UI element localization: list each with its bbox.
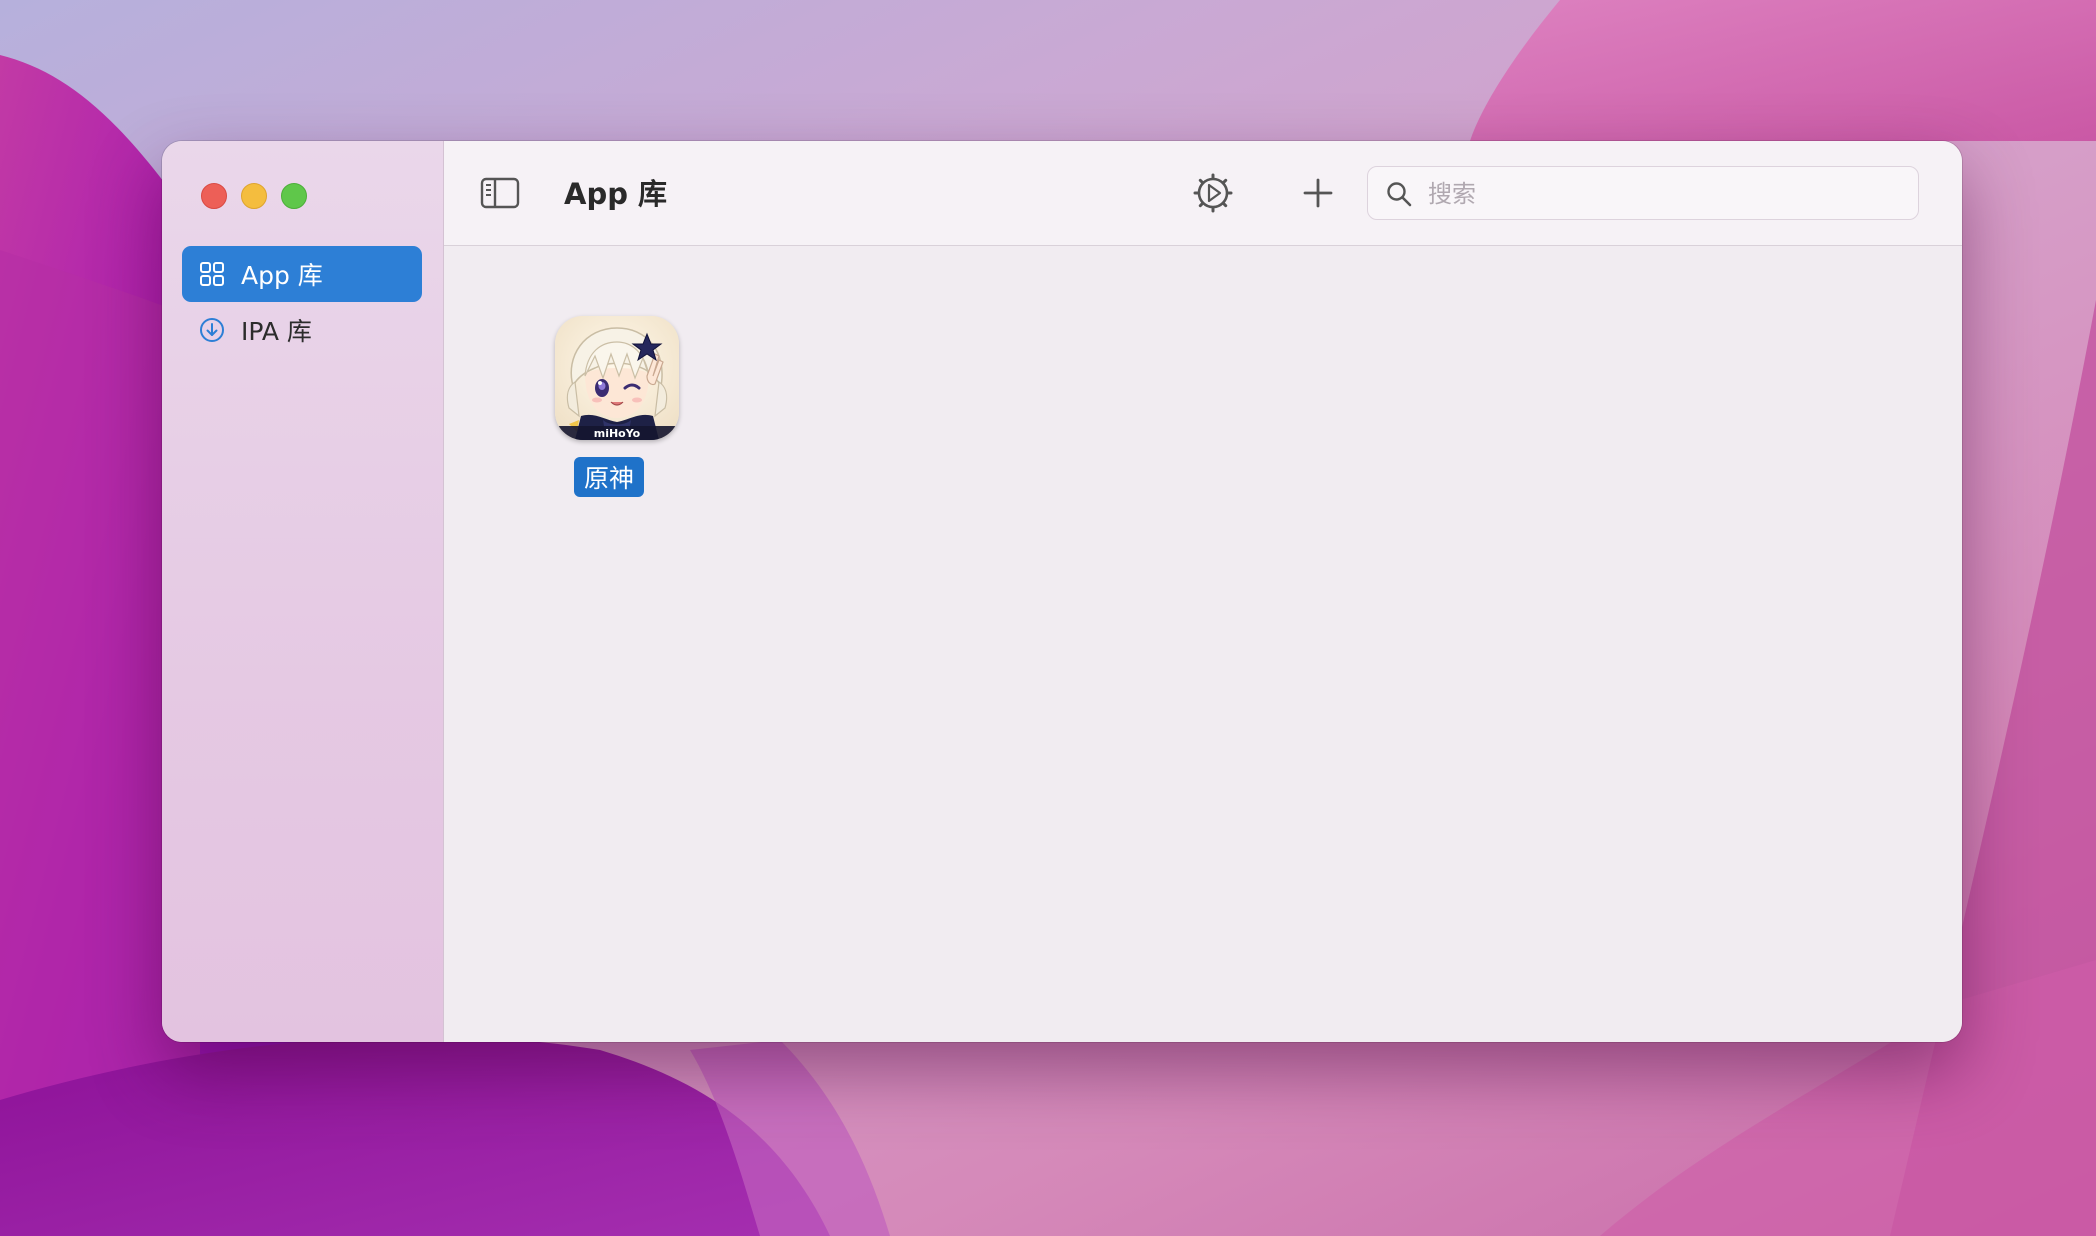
settings-button[interactable] (1189, 169, 1237, 217)
download-circle-icon (199, 317, 225, 343)
close-button[interactable] (201, 183, 227, 209)
app-icon[interactable]: miHoYo (555, 316, 679, 440)
sidebar-toggle-icon (480, 177, 520, 209)
app-tile[interactable]: miHoYo 原神 (552, 316, 682, 506)
sidebar: App 库 IPA 库 (162, 141, 444, 1042)
search-input[interactable] (1426, 175, 1900, 213)
page-title: App 库 (564, 177, 668, 211)
app-icon-logo-text: miHoYo (594, 427, 641, 440)
search-field[interactable] (1367, 166, 1919, 220)
gear-icon (1193, 173, 1233, 213)
minimize-button[interactable] (241, 183, 267, 209)
search-icon (1386, 181, 1412, 207)
app-grid: miHoYo 原神 (444, 246, 1962, 1042)
desktop-wallpaper: App 库 IPA 库 App 库 搜索 miHoYo 原神 (0, 0, 2096, 1236)
app-window: App 库 IPA 库 App 库 搜索 miHoYo 原神 (162, 141, 1962, 1042)
sidebar-item-label: App 库 (241, 261, 323, 290)
sidebar-item-label: IPA 库 (241, 317, 312, 346)
sidebar-item-ipa-library[interactable]: IPA 库 (182, 302, 422, 358)
add-button[interactable] (1296, 171, 1340, 215)
app-name-label: 原神 (574, 457, 644, 497)
sidebar-toggle-button[interactable] (478, 171, 522, 215)
toolbar: App 库 (444, 141, 1962, 246)
sidebar-item-app-library[interactable]: App 库 (182, 246, 422, 302)
plus-icon (1302, 177, 1334, 209)
zoom-button[interactable] (281, 183, 307, 209)
grid-icon (199, 261, 225, 287)
